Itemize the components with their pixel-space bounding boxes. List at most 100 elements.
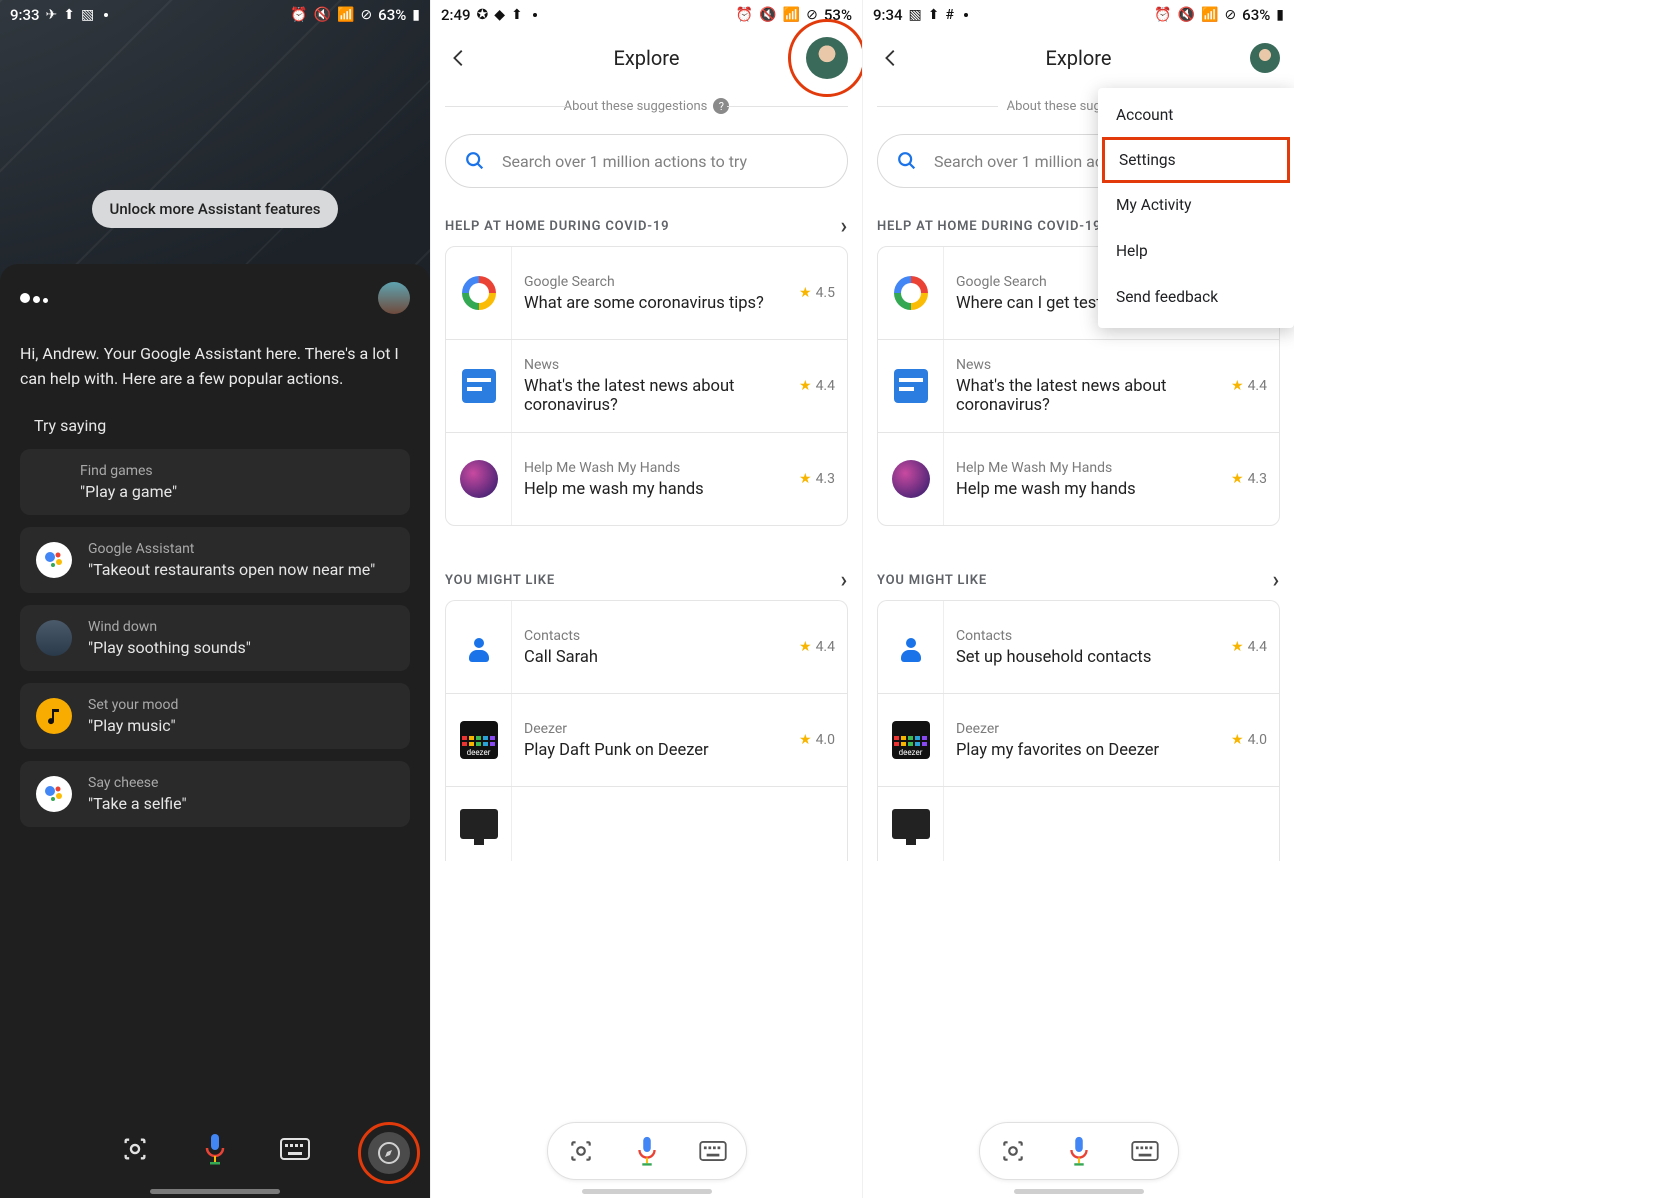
- action-card[interactable]: ContactsSet up household contacts ★4.4: [878, 601, 1279, 693]
- action-rating: 4.0: [816, 732, 835, 748]
- home-indicator[interactable]: [150, 1189, 280, 1194]
- action-source: Help Me Wash My Hands: [524, 460, 775, 476]
- page-title: Explore: [614, 46, 680, 70]
- wifi-icon: 📶: [1201, 7, 1218, 23]
- google-assistant-icon: [36, 542, 72, 578]
- profile-avatar[interactable]: [1250, 43, 1280, 73]
- android-tv-icon: [892, 809, 930, 839]
- status-battery-text: 63%: [378, 6, 406, 24]
- app-icon: ✪: [477, 7, 489, 23]
- action-card[interactable]: Help Me Wash My Hands Help me wash my han…: [446, 432, 847, 525]
- action-rating: 4.0: [1248, 732, 1267, 748]
- action-card[interactable]: Google SearchWhat are some coronavirus t…: [446, 247, 847, 339]
- menu-label: Send feedback: [1116, 288, 1218, 306]
- search-input[interactable]: [502, 152, 829, 171]
- suggestion-card[interactable]: Google Assistant "Takeout restaurants op…: [20, 527, 410, 593]
- suggestion-card[interactable]: Wind down "Play soothing sounds": [20, 605, 410, 671]
- assistant-input-pill: [547, 1122, 747, 1180]
- action-card[interactable]: NewsWhat's the latest news about coronav…: [446, 339, 847, 432]
- menu-item-account[interactable]: Account: [1098, 92, 1294, 138]
- deezer-icon: deezer: [892, 721, 930, 759]
- explore-button-highlighted[interactable]: [358, 1122, 420, 1184]
- menu-item-my-activity[interactable]: My Activity: [1098, 182, 1294, 228]
- lens-icon[interactable]: [117, 1131, 153, 1167]
- wifi-icon: 📶: [337, 7, 354, 23]
- deezer-icon: deezer: [460, 721, 498, 759]
- star-icon: ★: [799, 639, 812, 655]
- status-battery-text: 63%: [1242, 6, 1270, 24]
- star-icon: ★: [1231, 471, 1244, 487]
- dnd-icon: ⊘: [360, 7, 372, 23]
- home-indicator[interactable]: [582, 1189, 712, 1194]
- action-text: Set up household contacts: [956, 648, 1207, 667]
- mic-icon[interactable]: [1064, 1136, 1094, 1166]
- assistant-input-pill: [979, 1122, 1179, 1180]
- google-search-icon: [894, 276, 928, 310]
- search-icon: [896, 150, 918, 172]
- action-card[interactable]: ContactsCall Sarah ★4.4: [446, 601, 847, 693]
- lens-icon[interactable]: [998, 1136, 1028, 1166]
- home-indicator[interactable]: [1014, 1189, 1144, 1194]
- keyboard-icon[interactable]: [698, 1136, 728, 1166]
- keyboard-icon[interactable]: [277, 1131, 313, 1167]
- star-icon: ★: [1231, 378, 1244, 394]
- menu-item-settings-highlighted[interactable]: Settings: [1102, 137, 1290, 183]
- action-card[interactable]: [446, 786, 847, 861]
- android-tv-icon: [460, 809, 498, 839]
- alarm-icon: ⏰: [1154, 7, 1171, 23]
- action-rating: 4.4: [1248, 639, 1267, 655]
- status-time: 9:33: [10, 6, 40, 24]
- profile-avatar[interactable]: [378, 282, 410, 314]
- unlock-features-chip[interactable]: Unlock more Assistant features: [92, 190, 339, 228]
- about-suggestions-link[interactable]: About these suggestions ?: [431, 86, 862, 126]
- action-card[interactable]: Help Me Wash My HandsHelp me wash my han…: [878, 432, 1279, 525]
- suggestion-card[interactable]: Find games "Play a game": [20, 449, 410, 515]
- suggestion-category: Find games: [80, 463, 177, 479]
- suggestion-card[interactable]: Set your mood "Play music": [20, 683, 410, 749]
- action-card[interactable]: deezer DeezerPlay my favorites on Deezer…: [878, 693, 1279, 786]
- wind-down-icon: [36, 620, 72, 656]
- back-button[interactable]: [445, 44, 473, 72]
- action-card[interactable]: deezer DeezerPlay Daft Punk on Deezer ★4…: [446, 693, 847, 786]
- action-rating: 4.4: [816, 378, 835, 394]
- profile-avatar-highlighted[interactable]: [806, 37, 848, 79]
- suggestion-category: Wind down: [88, 619, 251, 635]
- section-header-youmightlike[interactable]: YOU MIGHT LIKE ›: [431, 560, 862, 600]
- star-icon: ★: [799, 285, 812, 301]
- contacts-icon: [899, 638, 923, 662]
- action-card[interactable]: NewsWhat's the latest news about coronav…: [878, 339, 1279, 432]
- status-bar: 2:49 ✪ ◆ ⬆ ⏰ 🔇 📶 ⊘ 53%: [431, 0, 862, 30]
- arrow-up-icon: ⬆: [63, 7, 75, 23]
- suggestion-phrase: "Takeout restaurants open now near me": [88, 560, 375, 579]
- back-button[interactable]: [877, 44, 905, 72]
- app-bar: Explore: [431, 30, 862, 86]
- action-card-list: ContactsSet up household contacts ★4.4 d…: [877, 600, 1280, 861]
- google-search-icon: [462, 276, 496, 310]
- star-icon: ★: [799, 378, 812, 394]
- mic-icon[interactable]: [632, 1136, 662, 1166]
- menu-item-help[interactable]: Help: [1098, 228, 1294, 274]
- action-text: Help me wash my hands: [524, 480, 775, 499]
- mic-icon[interactable]: [197, 1131, 233, 1167]
- search-icon: [464, 150, 486, 172]
- wash-hands-icon: [892, 460, 930, 498]
- music-note-icon: [36, 698, 72, 734]
- section-header-youmightlike[interactable]: YOU MIGHT LIKE ›: [863, 560, 1294, 600]
- screen-assistant: 9:33 ✈ ⬆ ▧ ⏰ 🔇 📶 ⊘ 63% ▮ Unlock more Ass…: [0, 0, 430, 1198]
- star-icon: ★: [799, 471, 812, 487]
- search-actions-field[interactable]: [445, 134, 848, 188]
- action-text: Help me wash my hands: [956, 480, 1207, 499]
- section-header-covid[interactable]: HELP AT HOME DURING COVID-19 ›: [431, 206, 862, 246]
- suggestion-phrase: "Play music": [88, 716, 178, 735]
- action-text: What's the latest news about coronavirus…: [956, 377, 1207, 415]
- help-icon: ?: [713, 98, 729, 114]
- lens-icon[interactable]: [566, 1136, 596, 1166]
- action-source: Contacts: [524, 628, 775, 644]
- menu-item-send-feedback[interactable]: Send feedback: [1098, 274, 1294, 320]
- action-card[interactable]: [878, 786, 1279, 861]
- chevron-right-icon: ›: [841, 568, 848, 593]
- suggestion-card[interactable]: Say cheese "Take a selfie": [20, 761, 410, 827]
- section-title: YOU MIGHT LIKE: [877, 573, 987, 588]
- keyboard-icon[interactable]: [1130, 1136, 1160, 1166]
- screen-explore: 2:49 ✪ ◆ ⬆ ⏰ 🔇 📶 ⊘ 53% Explore About the…: [430, 0, 862, 1198]
